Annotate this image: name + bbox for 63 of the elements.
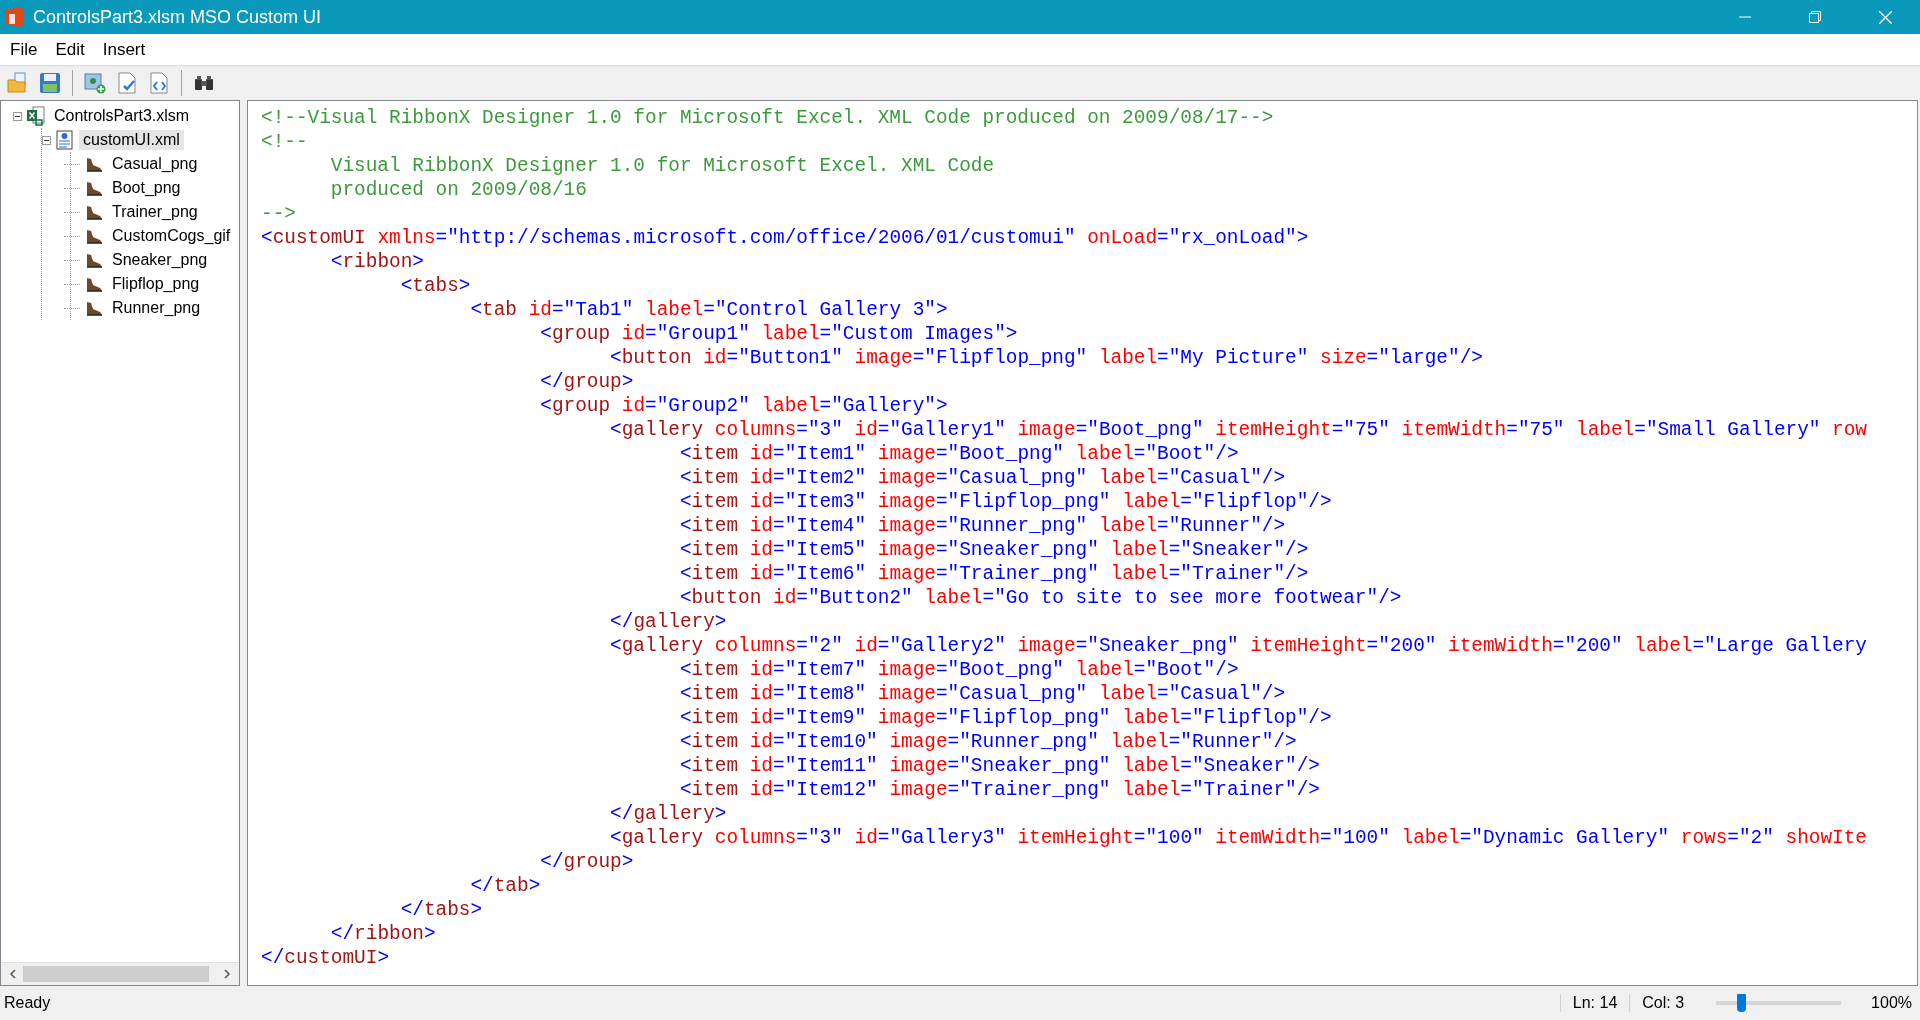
code-line: <item id="Item3" image="Flipflop_png" label="Flipflop"/> <box>678 490 1332 514</box>
code-line: </group> <box>539 850 634 874</box>
close-icon <box>1878 10 1892 24</box>
code-line: <item id="Item2" image="Casual_png" label="Casual"/> <box>678 466 1286 490</box>
code-line: <group id="Group1" label="Custom Images"> <box>539 322 1018 346</box>
code-line: <item id="Item12" image="Trainer_png" label="Trainer"/> <box>678 778 1320 802</box>
code-line: </tabs> <box>399 898 483 922</box>
menu-item[interactable]: Edit <box>45 35 93 64</box>
menu-item[interactable]: Insert <box>92 35 154 64</box>
code-line: <item id="Item5" image="Sneaker_png" label="Sneaker"/> <box>678 538 1309 562</box>
zoom-percentage: 100% <box>1871 994 1912 1012</box>
tree-item[interactable]: ControlsPart3.xlsm <box>50 106 194 126</box>
code-line: <customUI xmlns="http://schemas.microsoft.com/office/2006/01/customui" onLoad="rx_onLoad"> <box>261 226 1309 250</box>
code-line: <item id="Item7" image="Boot_png" label="Boot"/> <box>678 658 1239 682</box>
code-line: <item id="Item11" image="Sneaker_png" label="Sneaker"/> <box>678 754 1320 778</box>
code-line: <ribbon> <box>329 250 424 274</box>
code-editor[interactable] <box>247 100 1918 986</box>
code-line: </tab> <box>469 874 541 898</box>
tree-item[interactable]: CustomCogs_gif <box>108 226 235 246</box>
code-line: <!-- <box>261 130 308 154</box>
code-line: </gallery> <box>609 610 727 634</box>
code-line: Visual RibbonX Designer 1.0 for Microsoft Excel. XML Code <box>329 154 995 178</box>
tree-item[interactable]: Casual_png <box>108 154 202 174</box>
code-line: </customUI> <box>261 946 389 970</box>
status-text: Ready <box>4 994 51 1012</box>
menu-item[interactable]: File <box>0 35 46 64</box>
xml-file-icon <box>55 130 75 150</box>
code-line: produced on 2009/08/16 <box>329 178 587 202</box>
code-line: <item id="Item8" image="Casual_png" label="Casual"/> <box>678 682 1286 706</box>
horizontal-scrollbar[interactable] <box>1 962 239 985</box>
collapse-toggle[interactable] <box>13 111 22 121</box>
code-line: <tabs> <box>399 274 471 298</box>
collapse-toggle[interactable] <box>42 135 51 145</box>
line-number: Ln: 14 <box>1559 994 1630 1012</box>
restore-icon <box>1809 11 1821 23</box>
code-line: --> <box>261 202 296 226</box>
code-line: <item id="Item9" image="Flipflop_png" label="Flipflop"/> <box>678 706 1332 730</box>
column-number: Col: 3 <box>1629 994 1697 1012</box>
code-line: <button id="Button2" label="Go to site to see more footwear"/> <box>678 586 1402 610</box>
code-line: </gallery> <box>609 802 727 826</box>
code-line: <gallery columns="2" id="Gallery2" image="Sneaker_png" itemHeight="200" itemWidth="200" label="Large Gallery <box>609 634 1867 658</box>
code-line: <item id="Item4" image="Runner_png" label="Runner"/> <box>678 514 1286 538</box>
tree-item[interactable]: Boot_png <box>108 178 185 198</box>
spreadsheet-file-icon <box>26 106 46 126</box>
slider-thumb[interactable] <box>1737 994 1747 1012</box>
tree-item[interactable]: Sneaker_png <box>108 250 212 270</box>
code-line: <!--Visual RibbonX Designer 1.0 for Microsoft Excel. XML Code produced on 2009/08/17--> <box>261 106 1274 130</box>
code-line: </ribbon> <box>329 922 436 946</box>
code-line: <item id="Item6" image="Trainer_png" label="Trainer"/> <box>678 562 1309 586</box>
code-line: <gallery columns="3" id="Gallery1" image="Boot_png" itemHeight="75" itemWidth="75" label="Small Gallery" row <box>609 418 1867 442</box>
tree-item[interactable]: Flipflop_png <box>108 274 204 294</box>
code-line: <item id="Item10" image="Runner_png" label="Runner"/> <box>678 730 1297 754</box>
code-line: <item id="Item1" image="Boot_png" label="Boot"/> <box>678 442 1239 466</box>
code-line: <gallery columns="3" id="Gallery3" itemHeight="100" itemWidth="100" label="Dynamic Gallery" rows="2" showIte <box>609 826 1867 850</box>
code-line: <tab id="Tab1" label="Control Gallery 3"> <box>469 298 948 322</box>
tree-item[interactable]: Trainer_png <box>108 202 202 222</box>
tree-item[interactable]: customUI.xml <box>79 130 184 150</box>
window-title: ControlsPart3.xlsm MSO Custom UI <box>33 6 322 28</box>
code-line: <group id="Group2" label="Gallery"> <box>539 394 948 418</box>
code-line: <button id="Button1" image="Flipflop_png" label="My Picture" size="large"/> <box>609 346 1483 370</box>
app-icon <box>4 6 24 28</box>
tree-item[interactable]: Runner_png <box>108 298 205 318</box>
code-line: </group> <box>539 370 634 394</box>
